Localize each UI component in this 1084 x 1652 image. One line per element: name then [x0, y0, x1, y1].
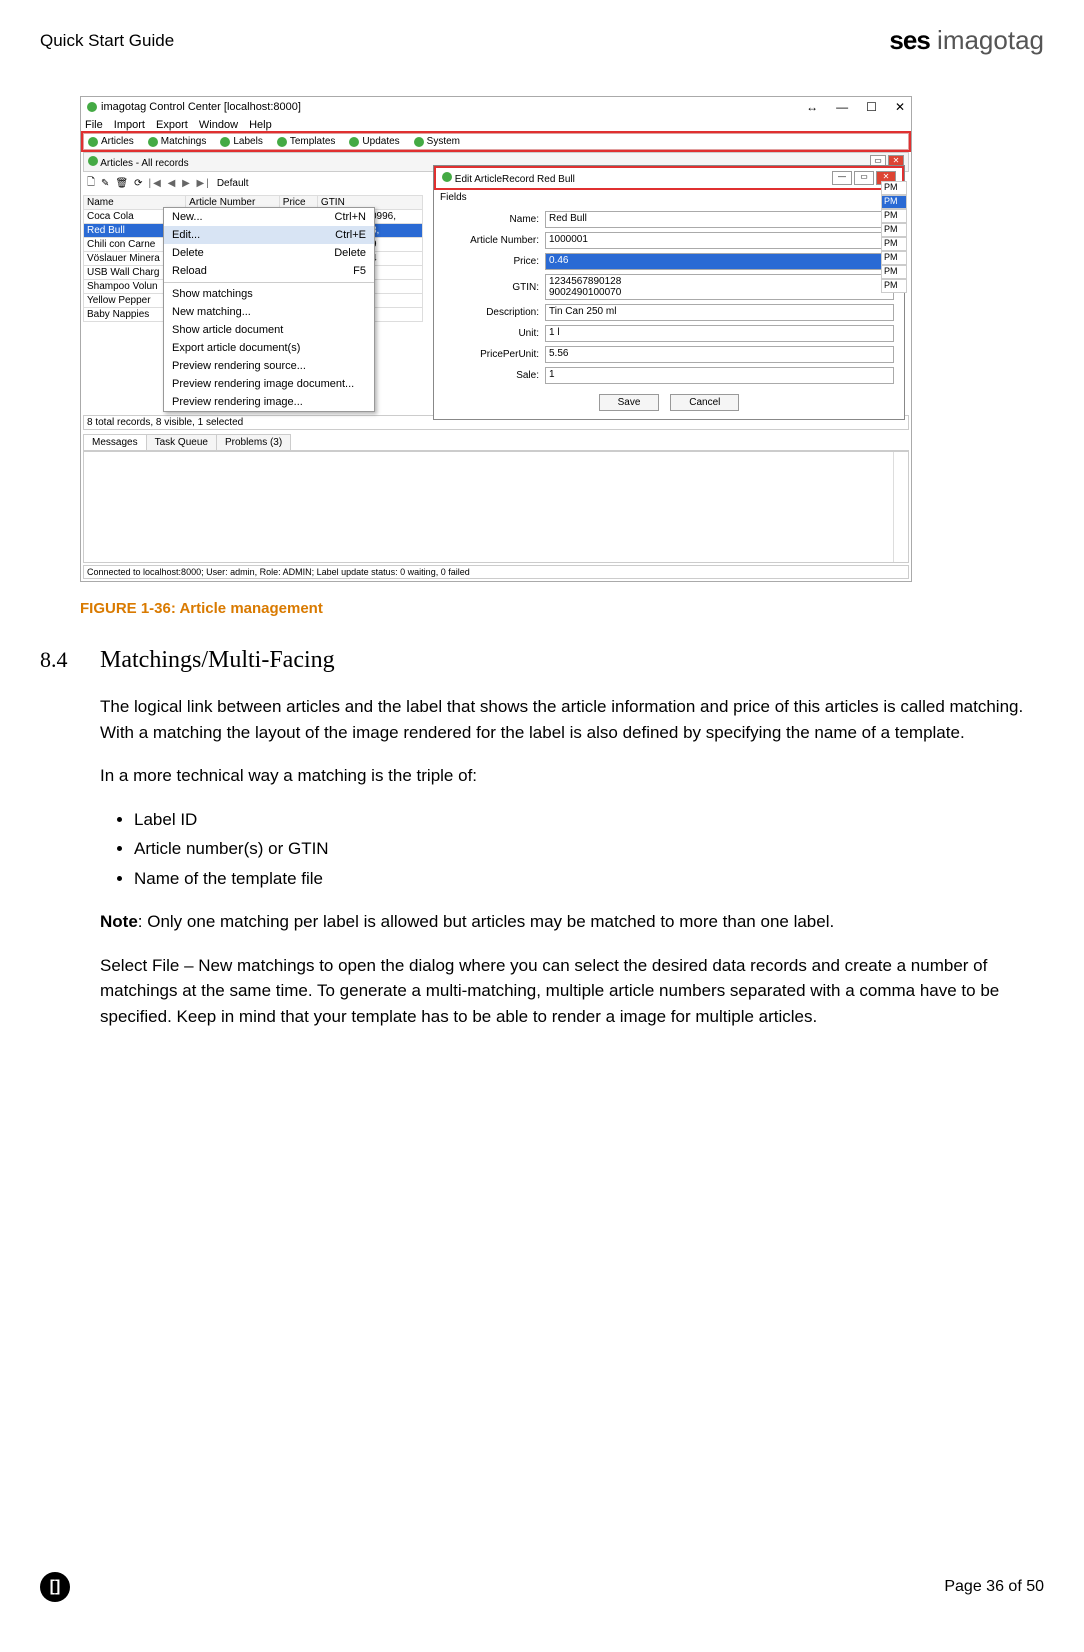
tab-updates[interactable]: Updates — [349, 136, 399, 147]
field-sale-label: Sale: — [444, 370, 545, 381]
pm-column: PMPMPMPMPMPMPMPM — [881, 181, 907, 293]
toolbar-new-icon[interactable]: 🗋 — [87, 175, 95, 192]
menu-window[interactable]: Window — [199, 119, 238, 131]
app-icon — [87, 102, 97, 112]
list-item: Label ID — [134, 807, 1040, 833]
section-title: Matchings/Multi-Facing — [100, 647, 335, 674]
dialog-title: Edit ArticleRecord Red Bull — [455, 174, 575, 185]
menu-item-show-doc[interactable]: Show article document — [164, 321, 374, 339]
paragraph: The logical link between articles and th… — [100, 694, 1040, 745]
panel-title: Articles - All records — [100, 158, 188, 169]
field-sale-input[interactable]: 1 — [545, 367, 894, 384]
maximize-icon[interactable]: ☐ — [866, 100, 877, 114]
brand-logo: ses imagotag — [889, 25, 1044, 56]
field-num-input[interactable]: 1000001 — [545, 232, 894, 249]
close-icon[interactable]: ✕ — [895, 100, 905, 114]
field-unit-input[interactable]: 1 l — [545, 325, 894, 342]
toolbar-refresh-icon[interactable]: ⟳ — [134, 178, 142, 189]
status-bar: Connected to localhost:8000; User: admin… — [83, 565, 909, 579]
logo-light: imagotag — [930, 25, 1044, 55]
menu-item-preview-img-doc[interactable]: Preview rendering image document... — [164, 375, 374, 393]
dialog-fields-label: Fields — [434, 190, 904, 205]
menu-item-new-matching[interactable]: New matching... — [164, 303, 374, 321]
tab-task-queue[interactable]: Task Queue — [146, 434, 217, 450]
field-price-input[interactable]: 0.46 — [545, 253, 894, 270]
app-screenshot: imagotag Control Center [localhost:8000]… — [80, 96, 912, 582]
menu-item-reload[interactable]: ReloadF5 — [164, 262, 374, 280]
field-price-label: Price: — [444, 256, 545, 267]
field-name-label: Name: — [444, 214, 545, 225]
window-title: imagotag Control Center [localhost:8000] — [101, 101, 301, 113]
main-tabs: Articles Matchings Labels Templates Upda… — [83, 133, 909, 150]
menu-item-new[interactable]: New...Ctrl+N — [164, 208, 374, 226]
field-name-input[interactable]: Red Bull — [545, 211, 894, 228]
menu-bar: File Import Export Window Help — [81, 117, 911, 133]
tab-messages[interactable]: Messages — [83, 434, 147, 450]
field-ppu-label: PricePerUnit: — [444, 349, 545, 360]
menu-item-delete[interactable]: DeleteDelete — [164, 244, 374, 262]
page-number: Page 36 of 50 — [944, 1578, 1044, 1596]
field-desc-input[interactable]: Tin Can 250 ml — [545, 304, 894, 321]
section-number: 8.4 — [40, 647, 100, 674]
tab-labels[interactable]: Labels — [220, 136, 262, 147]
field-desc-label: Description: — [444, 307, 545, 318]
field-unit-label: Unit: — [444, 328, 545, 339]
logo-bold: ses — [889, 25, 929, 55]
paragraph: In a more technical way a matching is th… — [100, 763, 1040, 789]
cancel-button[interactable]: Cancel — [670, 394, 739, 411]
tab-matchings[interactable]: Matchings — [148, 136, 207, 147]
toolbar-nav[interactable]: |◀ ◀ ▶ ▶| — [149, 178, 211, 189]
menu-item-preview-src[interactable]: Preview rendering source... — [164, 357, 374, 375]
message-area — [83, 451, 909, 563]
menu-item-show-matchings[interactable]: Show matchings — [164, 285, 374, 303]
toolbar-filter-default[interactable]: Default — [217, 178, 249, 189]
figure-caption: FIGURE 1-36: Article management — [80, 600, 1044, 617]
toolbar-edit-icon[interactable]: ✎ — [101, 178, 109, 189]
menu-export[interactable]: Export — [156, 119, 188, 131]
footer-logo-icon: [] — [40, 1572, 70, 1602]
menu-help[interactable]: Help — [249, 119, 272, 131]
edit-dialog: Edit ArticleRecord Red Bull — ▭ ✕ Fields… — [433, 165, 905, 420]
tab-articles[interactable]: Articles — [88, 136, 134, 147]
menu-import[interactable]: Import — [114, 119, 145, 131]
menu-item-export-doc[interactable]: Export article document(s) — [164, 339, 374, 357]
toolbar-delete-icon[interactable]: 🗑 — [115, 178, 128, 189]
paragraph: Note: Only one matching per label is all… — [100, 909, 1040, 935]
paragraph: Select File – New matchings to open the … — [100, 953, 1040, 1030]
sync-icon[interactable]: ↔ — [806, 100, 818, 114]
context-menu: New...Ctrl+N Edit...Ctrl+E DeleteDelete … — [163, 207, 375, 412]
menu-file[interactable]: File — [85, 119, 103, 131]
field-gtin-input[interactable]: 12345678901289002490100070 — [545, 274, 894, 300]
menu-item-edit[interactable]: Edit...Ctrl+E — [164, 226, 374, 244]
dialog-minimize-icon[interactable]: — — [832, 171, 852, 185]
list-item: Article number(s) or GTIN — [134, 836, 1040, 862]
list-item: Name of the template file — [134, 866, 1040, 892]
minimize-icon[interactable]: — — [836, 100, 848, 114]
tab-problems[interactable]: Problems (3) — [216, 434, 291, 450]
field-num-label: Article Number: — [444, 235, 545, 246]
field-ppu-input[interactable]: 5.56 — [545, 346, 894, 363]
scrollbar[interactable] — [893, 452, 908, 562]
body-content: The logical link between articles and th… — [100, 694, 1040, 1029]
doc-header-title: Quick Start Guide — [40, 31, 174, 51]
field-gtin-label: GTIN: — [444, 282, 545, 293]
menu-item-preview-img[interactable]: Preview rendering image... — [164, 393, 374, 411]
tab-templates[interactable]: Templates — [277, 136, 336, 147]
save-button[interactable]: Save — [599, 394, 660, 411]
dialog-maximize-icon[interactable]: ▭ — [854, 171, 874, 185]
tab-system[interactable]: System — [414, 136, 460, 147]
